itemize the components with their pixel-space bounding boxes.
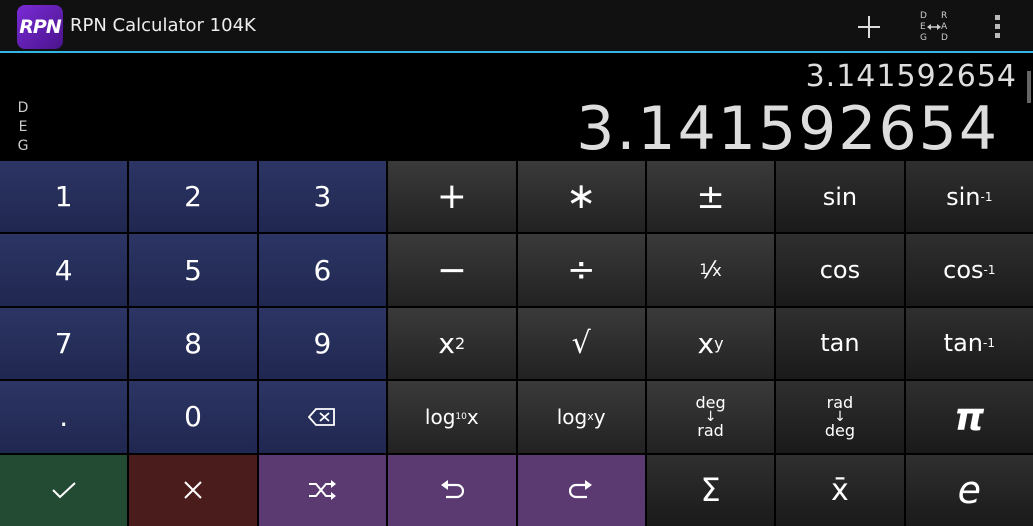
key-pi[interactable]: π — [905, 381, 1033, 453]
key-8[interactable]: 8 — [129, 307, 257, 380]
key-reciprocal[interactable]: 1 ⁄ x — [646, 234, 775, 306]
redo-icon — [569, 480, 593, 499]
deg-to-rad-to: rad — [697, 420, 724, 440]
key-negate[interactable]: ± — [646, 161, 775, 233]
key-3[interactable]: 3 — [258, 161, 387, 233]
rad-to-deg-to: deg — [824, 420, 856, 440]
key-undo[interactable] — [388, 454, 516, 526]
logxy-label: log — [556, 404, 588, 429]
asin-label: sin — [946, 182, 981, 211]
key-euler[interactable]: e — [905, 454, 1033, 526]
reciprocal-denominator: x — [712, 260, 722, 280]
key-swap[interactable] — [258, 454, 387, 526]
plus-icon — [858, 15, 880, 38]
acos-superscript: -1 — [983, 263, 996, 278]
square-base: x — [438, 326, 455, 360]
key-minus[interactable]: − — [388, 234, 516, 306]
key-backspace[interactable] — [258, 381, 387, 453]
key-square[interactable]: x2 — [388, 307, 516, 380]
key-2[interactable]: 2 — [129, 161, 257, 233]
overflow-menu-icon — [994, 15, 1000, 38]
log10-argument: x — [466, 404, 479, 429]
add-button[interactable] — [846, 0, 892, 53]
power-base: x — [697, 326, 715, 360]
key-0[interactable]: 0 — [129, 381, 257, 453]
atan-label: tan — [943, 329, 983, 358]
key-9[interactable]: 9 — [258, 307, 387, 380]
deg-letter-d: D — [920, 10, 927, 21]
rad-letter-r: R — [941, 10, 948, 21]
app-logo: RPN — [17, 5, 63, 49]
mode-letter: D — [17, 100, 29, 116]
key-multiply[interactable]: ∗ — [517, 161, 645, 233]
key-deg-to-rad[interactable]: deg ↓ rad — [646, 381, 775, 453]
key-asin[interactable]: sin -1 — [905, 161, 1033, 233]
key-sqrt[interactable]: √ — [517, 307, 645, 380]
mode-letter: E — [18, 119, 28, 135]
log10-label: log — [424, 404, 456, 429]
key-divide[interactable]: ÷ — [517, 234, 645, 306]
key-clear[interactable] — [129, 454, 257, 526]
key-tan[interactable]: tan — [776, 307, 904, 380]
stack-y-value[interactable]: 3.141592654 — [806, 59, 1017, 94]
close-icon — [184, 481, 202, 500]
undo-icon — [440, 480, 464, 499]
stack-scrollbar[interactable] — [1027, 71, 1031, 103]
key-log10[interactable]: log 10 x — [388, 381, 516, 453]
key-decimal[interactable]: . — [0, 381, 128, 453]
key-sum[interactable]: Σ — [646, 454, 775, 526]
square-superscript: 2 — [455, 333, 466, 353]
deg-letter-e: E — [920, 21, 926, 32]
key-acos[interactable]: cos -1 — [905, 234, 1033, 306]
atan-superscript: -1 — [982, 336, 995, 351]
rad-letter-a: A — [941, 21, 948, 32]
deg-letter-g: G — [920, 32, 927, 43]
key-1[interactable]: 1 — [0, 161, 128, 233]
mode-letter: G — [17, 138, 29, 154]
check-icon — [51, 482, 76, 499]
shuffle-icon — [309, 480, 337, 501]
key-plus[interactable]: + — [388, 161, 516, 233]
key-atan[interactable]: tan -1 — [905, 307, 1033, 380]
key-7[interactable]: 7 — [0, 307, 128, 380]
calculator-display: D E G 3.141592654 3.141592654 — [0, 55, 1033, 161]
deg-rad-toggle-button[interactable]: D E G R A D — [906, 0, 960, 53]
log10-subscript: 10 — [455, 411, 467, 422]
key-power[interactable]: xy — [646, 307, 775, 380]
backspace-icon — [308, 407, 336, 426]
power-superscript: y — [714, 333, 724, 353]
key-6[interactable]: 6 — [258, 234, 387, 306]
keypad: 1 2 3 + ∗ ± sin sin -1 4 5 6 − ÷ 1 ⁄ x cos … — [0, 161, 1033, 526]
key-cos[interactable]: cos — [776, 234, 904, 306]
key-mean[interactable]: x̄ — [776, 454, 904, 526]
overflow-menu-button[interactable] — [978, 0, 1016, 53]
action-bar: RPN RPN Calculator 104K D E G R A D — [0, 0, 1033, 53]
stack-x-value[interactable]: 3.141592654 — [576, 97, 999, 161]
acos-label: cos — [943, 256, 984, 285]
key-5[interactable]: 5 — [129, 234, 257, 306]
deg-rad-toggle-icon: D E G R A D — [916, 11, 950, 43]
key-logxy[interactable]: log x y — [517, 381, 645, 453]
swap-arrow-icon — [927, 23, 941, 30]
reciprocal-numerator: 1 — [699, 262, 709, 279]
key-sin[interactable]: sin — [776, 161, 904, 233]
key-enter[interactable] — [0, 454, 128, 526]
app-title: RPN Calculator 104K — [70, 15, 256, 36]
angle-mode-indicator: D E G — [16, 99, 30, 156]
asin-superscript: -1 — [980, 189, 993, 204]
key-rad-to-deg[interactable]: rad ↓ deg — [776, 381, 904, 453]
logxy-argument: y — [593, 404, 606, 429]
key-redo[interactable] — [517, 454, 645, 526]
rad-letter-d: D — [941, 32, 948, 43]
key-4[interactable]: 4 — [0, 234, 128, 306]
